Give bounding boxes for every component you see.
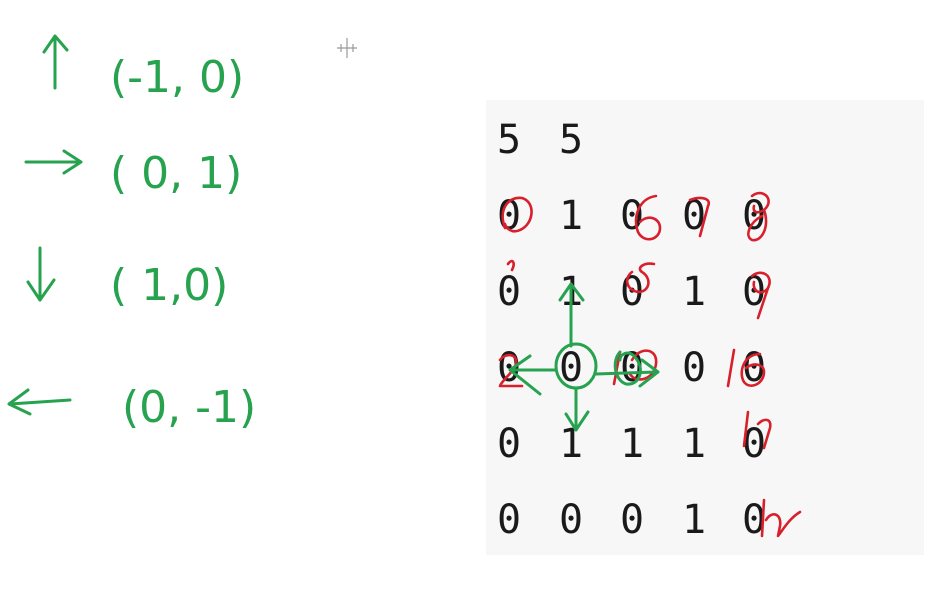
grid-cell-5-4: 1 xyxy=(682,497,706,543)
grid-header-rows: 5 xyxy=(497,117,521,163)
grid-cell-4-4: 1 xyxy=(682,421,706,467)
grid-cell-5-3: 0 xyxy=(620,497,644,543)
grid-cell-3-4: 0 xyxy=(682,345,706,391)
grid-cell-4-3: 1 xyxy=(620,421,644,467)
down-arrow-icon xyxy=(26,246,56,302)
grid-background xyxy=(486,100,924,555)
grid-cell-2-1: 0 xyxy=(497,269,521,315)
grid-cell-5-1: 0 xyxy=(497,497,521,543)
up-arrow-icon xyxy=(42,34,69,90)
grid-cell-1-3: 0 xyxy=(620,193,644,239)
grid-cell-4-1: 0 xyxy=(497,421,521,467)
crosshair-cursor-icon xyxy=(337,38,357,58)
left-arrow-icon xyxy=(7,388,72,416)
right-arrow-icon xyxy=(24,149,83,175)
grid-cell-1-2: 1 xyxy=(559,193,583,239)
direction-label-left: (0, -1) xyxy=(122,382,256,433)
direction-list: (-1, 0) ( 0, 1) ( 1,0) (0, -1) xyxy=(7,34,256,433)
grid-panel: 5 5 0 1 0 0 0 0 1 0 1 0 0 0 0 0 0 0 1 1 … xyxy=(486,100,924,555)
grid-header-cols: 5 xyxy=(559,117,583,163)
direction-label-up: (-1, 0) xyxy=(110,52,244,103)
direction-label-down: ( 1,0) xyxy=(110,260,228,311)
whiteboard-canvas: (-1, 0) ( 0, 1) ( 1,0) (0, -1) 5 5 0 1 0 xyxy=(7,34,924,555)
grid-cell-4-2: 1 xyxy=(559,421,583,467)
grid-cell-2-4: 1 xyxy=(682,269,706,315)
direction-label-right: ( 0, 1) xyxy=(110,148,242,199)
grid-cell-5-2: 0 xyxy=(559,497,583,543)
